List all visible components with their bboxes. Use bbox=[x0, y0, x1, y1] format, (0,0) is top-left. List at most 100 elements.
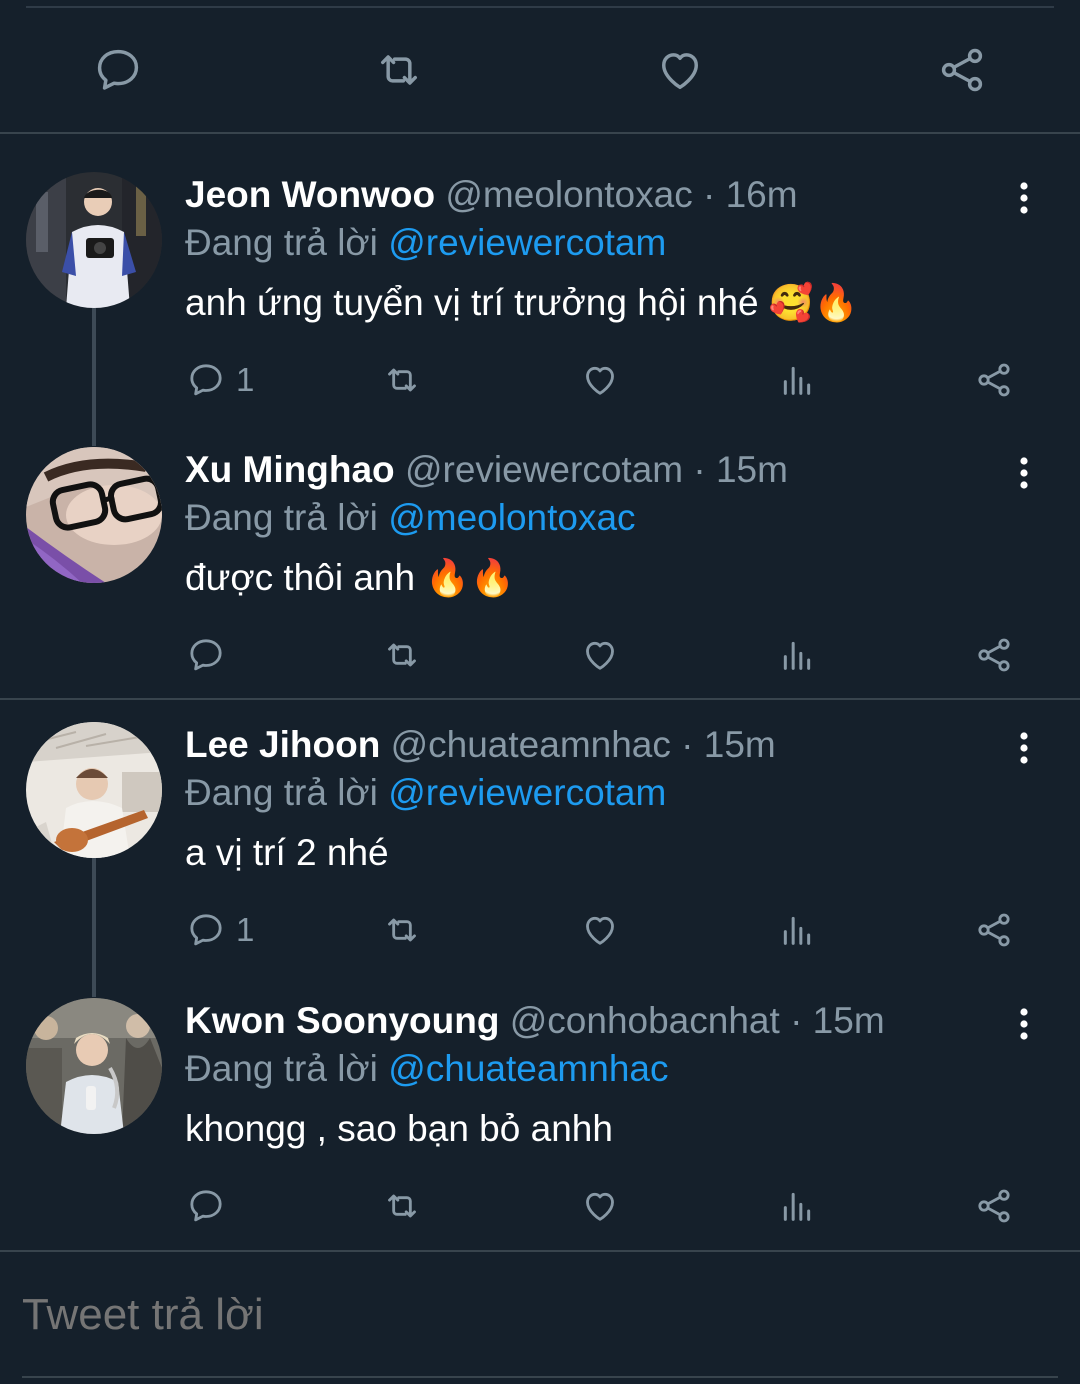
timestamp[interactable]: 15m bbox=[813, 1000, 885, 1041]
like-icon bbox=[586, 1192, 614, 1221]
retweet-icon bbox=[388, 1194, 416, 1218]
replying-to-line: Đang trả lời @reviewercotam bbox=[185, 770, 666, 816]
fire-emoji: 🔥 bbox=[470, 557, 515, 598]
reply-count: 1 bbox=[236, 361, 255, 398]
more-options-button[interactable] bbox=[1008, 453, 1040, 493]
replying-mention[interactable]: @reviewercotam bbox=[388, 772, 666, 813]
replying-prefix: Đang trả lời bbox=[185, 1048, 378, 1089]
tweet-body: a vị trí 2 nhé bbox=[185, 832, 389, 873]
replying-prefix: Đang trả lời bbox=[185, 772, 378, 813]
user-handle[interactable]: @reviewercotam bbox=[405, 449, 683, 490]
like-icon bbox=[586, 641, 614, 670]
reply-button[interactable] bbox=[186, 1184, 226, 1228]
retweet-button[interactable] bbox=[382, 1184, 422, 1228]
user-handle[interactable]: @chuateamnhac bbox=[391, 724, 671, 765]
retweet-button[interactable] bbox=[382, 358, 422, 402]
fire-emoji: 🔥 bbox=[425, 557, 471, 598]
main-reply-button[interactable] bbox=[92, 44, 144, 96]
reply-input-underline bbox=[22, 1376, 1058, 1378]
fire-emoji: 🔥 bbox=[813, 282, 859, 323]
share-button[interactable] bbox=[974, 633, 1014, 677]
user-handle[interactable]: @conhobacnhat bbox=[510, 1000, 780, 1041]
smiling-face-hearts-emoji: 🥰 bbox=[768, 282, 814, 323]
tweet-actions bbox=[0, 633, 1080, 677]
analytics-icon bbox=[783, 916, 811, 945]
reply-icon bbox=[97, 49, 139, 90]
section-divider bbox=[0, 132, 1080, 134]
retweet-icon bbox=[388, 368, 416, 392]
replying-to-line: Đang trả lời @meolontoxac bbox=[185, 495, 636, 541]
display-name[interactable]: Jeon Wonwoo bbox=[185, 174, 435, 215]
replying-to-line: Đang trả lời @chuateamnhac bbox=[185, 1046, 668, 1092]
like-button[interactable] bbox=[580, 358, 620, 402]
share-icon bbox=[978, 1189, 1010, 1223]
reply-button[interactable] bbox=[186, 633, 226, 677]
retweet-button[interactable] bbox=[382, 908, 422, 952]
retweet-icon bbox=[388, 918, 416, 942]
reply-button[interactable]: 1 bbox=[186, 358, 254, 402]
tweet-text: khongg , sao bạn bỏ anhh bbox=[185, 1106, 613, 1152]
like-button[interactable] bbox=[580, 633, 620, 677]
tweet-text: anh ứng tuyển vị trí trưởng hội nhé 🥰🔥 bbox=[185, 280, 859, 326]
reply-composer bbox=[0, 1252, 1080, 1384]
timestamp[interactable]: 16m bbox=[726, 174, 798, 215]
reply-button[interactable]: 1 bbox=[186, 908, 254, 952]
avatar[interactable] bbox=[26, 722, 162, 858]
share-button[interactable] bbox=[974, 358, 1014, 402]
share-icon bbox=[978, 363, 1010, 397]
reply-input[interactable] bbox=[22, 1290, 1022, 1340]
retweet-button[interactable] bbox=[382, 633, 422, 677]
replying-mention[interactable]: @reviewercotam bbox=[388, 222, 666, 263]
more-vertical-icon bbox=[1020, 182, 1028, 214]
more-options-button[interactable] bbox=[1008, 728, 1040, 768]
like-button[interactable] bbox=[580, 1184, 620, 1228]
person-photo-icon bbox=[26, 172, 162, 308]
avatar[interactable] bbox=[26, 447, 162, 583]
timestamp[interactable]: 15m bbox=[716, 449, 788, 490]
analytics-button[interactable] bbox=[777, 908, 817, 952]
replying-to-line: Đang trả lời @reviewercotam bbox=[185, 220, 666, 266]
tweet[interactable]: Xu Minghao @reviewercotam · 15m Đang trả… bbox=[0, 447, 1080, 687]
tweet-actions: 1 bbox=[0, 908, 1080, 952]
user-handle[interactable]: @meolontoxac bbox=[445, 174, 692, 215]
replying-prefix: Đang trả lời bbox=[185, 222, 378, 263]
more-options-button[interactable] bbox=[1008, 1004, 1040, 1044]
more-options-button[interactable] bbox=[1008, 178, 1040, 218]
display-name[interactable]: Xu Minghao bbox=[185, 449, 395, 490]
analytics-button[interactable] bbox=[777, 358, 817, 402]
separator-dot: · bbox=[681, 724, 694, 765]
replying-mention[interactable]: @chuateamnhac bbox=[388, 1048, 668, 1089]
display-name[interactable]: Lee Jihoon bbox=[185, 724, 380, 765]
tweet-header: Lee Jihoon @chuateamnhac · 15m bbox=[185, 722, 776, 768]
main-retweet-button[interactable] bbox=[373, 44, 425, 96]
tweet[interactable]: Jeon Wonwoo @meolontoxac · 16m Đang trả … bbox=[0, 172, 1080, 412]
more-vertical-icon bbox=[1020, 457, 1028, 489]
main-like-button[interactable] bbox=[654, 44, 706, 96]
analytics-button[interactable] bbox=[777, 633, 817, 677]
retweet-icon bbox=[388, 643, 416, 667]
share-icon bbox=[978, 638, 1010, 672]
crowd-photo-icon bbox=[26, 998, 162, 1134]
tweet[interactable]: Kwon Soonyoung @conhobacnhat · 15m Đang … bbox=[0, 998, 1080, 1238]
glasses-photo-icon bbox=[26, 447, 162, 583]
avatar[interactable] bbox=[26, 998, 162, 1134]
display-name[interactable]: Kwon Soonyoung bbox=[185, 1000, 499, 1041]
reply-icon bbox=[190, 639, 222, 671]
analytics-icon bbox=[783, 641, 811, 670]
analytics-button[interactable] bbox=[777, 1184, 817, 1228]
avatar[interactable] bbox=[26, 172, 162, 308]
share-button[interactable] bbox=[974, 908, 1014, 952]
share-icon bbox=[941, 48, 983, 92]
retweet-icon bbox=[381, 55, 417, 85]
section-divider bbox=[0, 698, 1080, 700]
tweet-text: a vị trí 2 nhé bbox=[185, 830, 389, 876]
like-button[interactable] bbox=[580, 908, 620, 952]
more-vertical-icon bbox=[1020, 732, 1028, 764]
share-button[interactable] bbox=[974, 1184, 1014, 1228]
tweet[interactable]: Lee Jihoon @chuateamnhac · 15m Đang trả … bbox=[0, 722, 1080, 962]
replying-mention[interactable]: @meolontoxac bbox=[388, 497, 635, 538]
reply-icon bbox=[190, 914, 222, 946]
timestamp[interactable]: 15m bbox=[704, 724, 776, 765]
tweet-actions bbox=[0, 1184, 1080, 1228]
main-share-button[interactable] bbox=[936, 44, 988, 96]
